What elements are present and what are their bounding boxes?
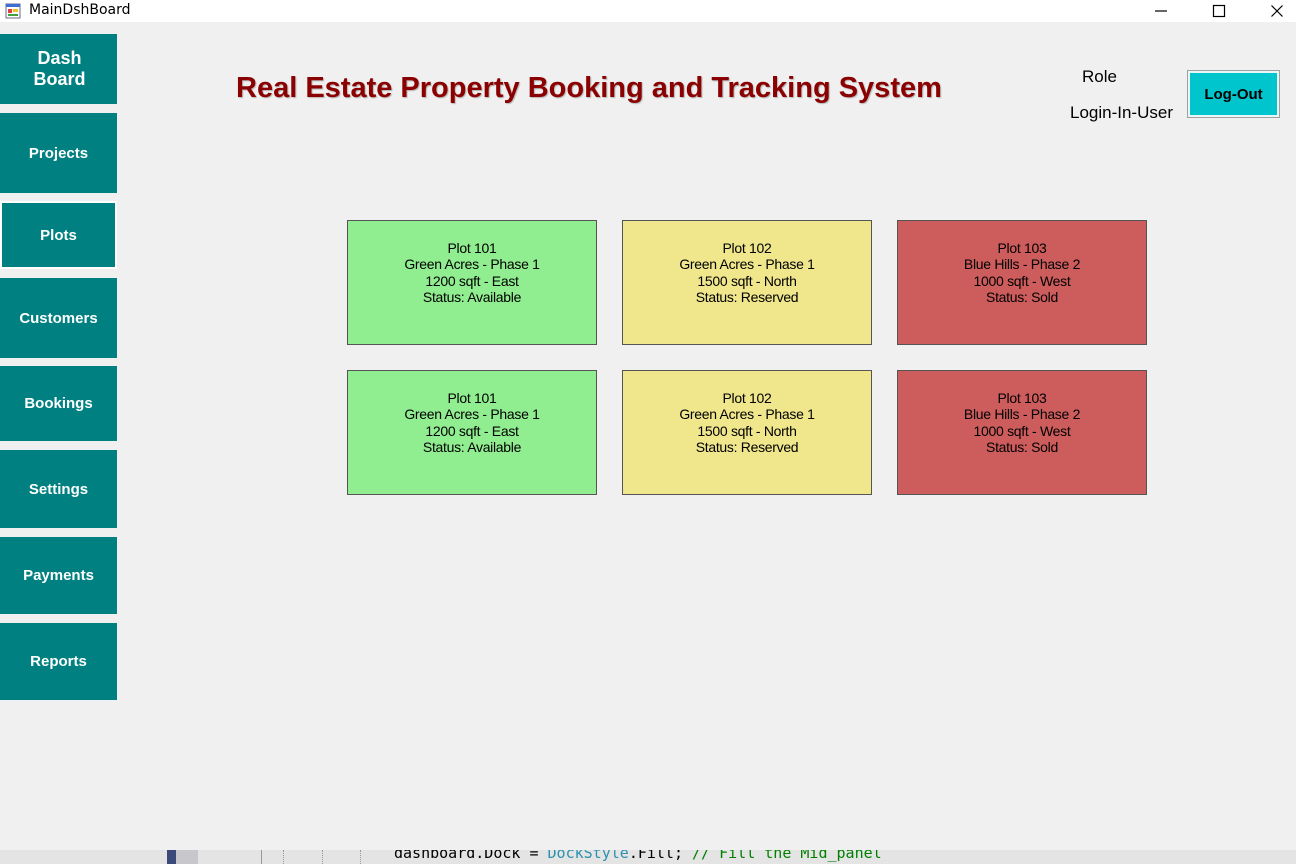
sidebar-item-settings[interactable]: Settings: [0, 450, 117, 528]
code-text: .Fill;: [628, 850, 693, 862]
plot-project: Green Acres - Phase 1: [679, 256, 815, 272]
indent-guide: [322, 850, 324, 864]
code-comment: // Fill the Mid_panel: [692, 850, 882, 862]
plot-project: Blue Hills - Phase 2: [963, 406, 1081, 422]
plot-name: Plot 103: [997, 239, 1047, 256]
sidebar-item-customers[interactable]: Customers: [0, 278, 117, 358]
sidebar-item-bookings[interactable]: Bookings: [0, 366, 117, 441]
page-title: Real Estate Property Booking and Trackin…: [236, 72, 942, 104]
plot-status: Status: Available: [422, 439, 522, 455]
plot-size: 1500 sqft - North: [697, 272, 797, 289]
plot-status: Status: Sold: [986, 439, 1058, 455]
logout-button[interactable]: Log-Out: [1187, 70, 1280, 118]
indent-guide: [283, 850, 285, 864]
window-title-bar: MainDshBoard: [0, 0, 1296, 22]
plot-size: 1200 sqft - East: [425, 272, 519, 289]
plot-name: Plot 101: [447, 389, 497, 406]
code-type: DockStyle: [547, 850, 629, 862]
plot-project: Green Acres - Phase 1: [404, 406, 540, 422]
sidebar-item-projects[interactable]: Projects: [0, 113, 117, 193]
plot-name: Plot 101: [447, 239, 497, 256]
plot-card[interactable]: Plot 103 Blue Hills - Phase 2 1000 sqft …: [897, 220, 1147, 345]
plot-size: 1200 sqft - East: [425, 422, 519, 439]
sidebar-item-payments[interactable]: Payments: [0, 537, 117, 614]
divider: [261, 850, 262, 864]
sidebar-item-dashboard[interactable]: Dash Board: [0, 34, 117, 104]
plot-project: Green Acres - Phase 1: [679, 406, 815, 422]
code-text: dashboard.Dock =: [394, 850, 548, 862]
background-code-editor: dashboard.Dock = DockStyle.Fill; // Fill…: [0, 850, 1296, 864]
plot-status: Status: Available: [422, 289, 522, 305]
code-line: dashboard.Dock = DockStyle.Fill; // Fill…: [394, 850, 882, 862]
plot-project: Green Acres - Phase 1: [404, 256, 540, 272]
sidebar-item-plots[interactable]: Plots: [0, 201, 117, 269]
close-button[interactable]: [1248, 0, 1296, 22]
minimize-button[interactable]: [1132, 0, 1190, 22]
plot-size: 1000 sqft - West: [973, 272, 1071, 289]
logged-in-user-label: Login-In-User: [1070, 103, 1173, 122]
plot-status: Status: Reserved: [695, 439, 799, 455]
plot-card[interactable]: Plot 102 Green Acres - Phase 1 1500 sqft…: [622, 370, 872, 495]
maximize-icon: [1212, 4, 1226, 18]
role-label: Role: [1082, 67, 1117, 86]
plot-card[interactable]: Plot 101 Green Acres - Phase 1 1200 sqft…: [347, 220, 597, 345]
plot-name: Plot 102: [722, 239, 772, 256]
plot-size: 1500 sqft - North: [697, 422, 797, 439]
maximize-button[interactable]: [1190, 0, 1248, 22]
plot-status: Status: Reserved: [695, 289, 799, 305]
plot-name: Plot 102: [722, 389, 772, 406]
app-icon: [5, 3, 21, 19]
plot-size: 1000 sqft - West: [973, 422, 1071, 439]
plot-card[interactable]: Plot 102 Green Acres - Phase 1 1500 sqft…: [622, 220, 872, 345]
minimize-icon: [1155, 10, 1167, 12]
sidebar-item-reports[interactable]: Reports: [0, 623, 117, 700]
close-icon: [1271, 5, 1283, 17]
plot-name: Plot 103: [997, 389, 1047, 406]
plot-card[interactable]: Plot 101 Green Acres - Phase 1 1200 sqft…: [347, 370, 597, 495]
plot-status: Status: Sold: [986, 289, 1058, 305]
plot-project: Blue Hills - Phase 2: [963, 256, 1081, 272]
editor-gutter: [176, 850, 198, 864]
indent-guide: [360, 850, 362, 864]
editor-margin: [167, 850, 176, 864]
window-title: MainDshBoard: [29, 2, 131, 18]
plot-card[interactable]: Plot 103 Blue Hills - Phase 2 1000 sqft …: [897, 370, 1147, 495]
